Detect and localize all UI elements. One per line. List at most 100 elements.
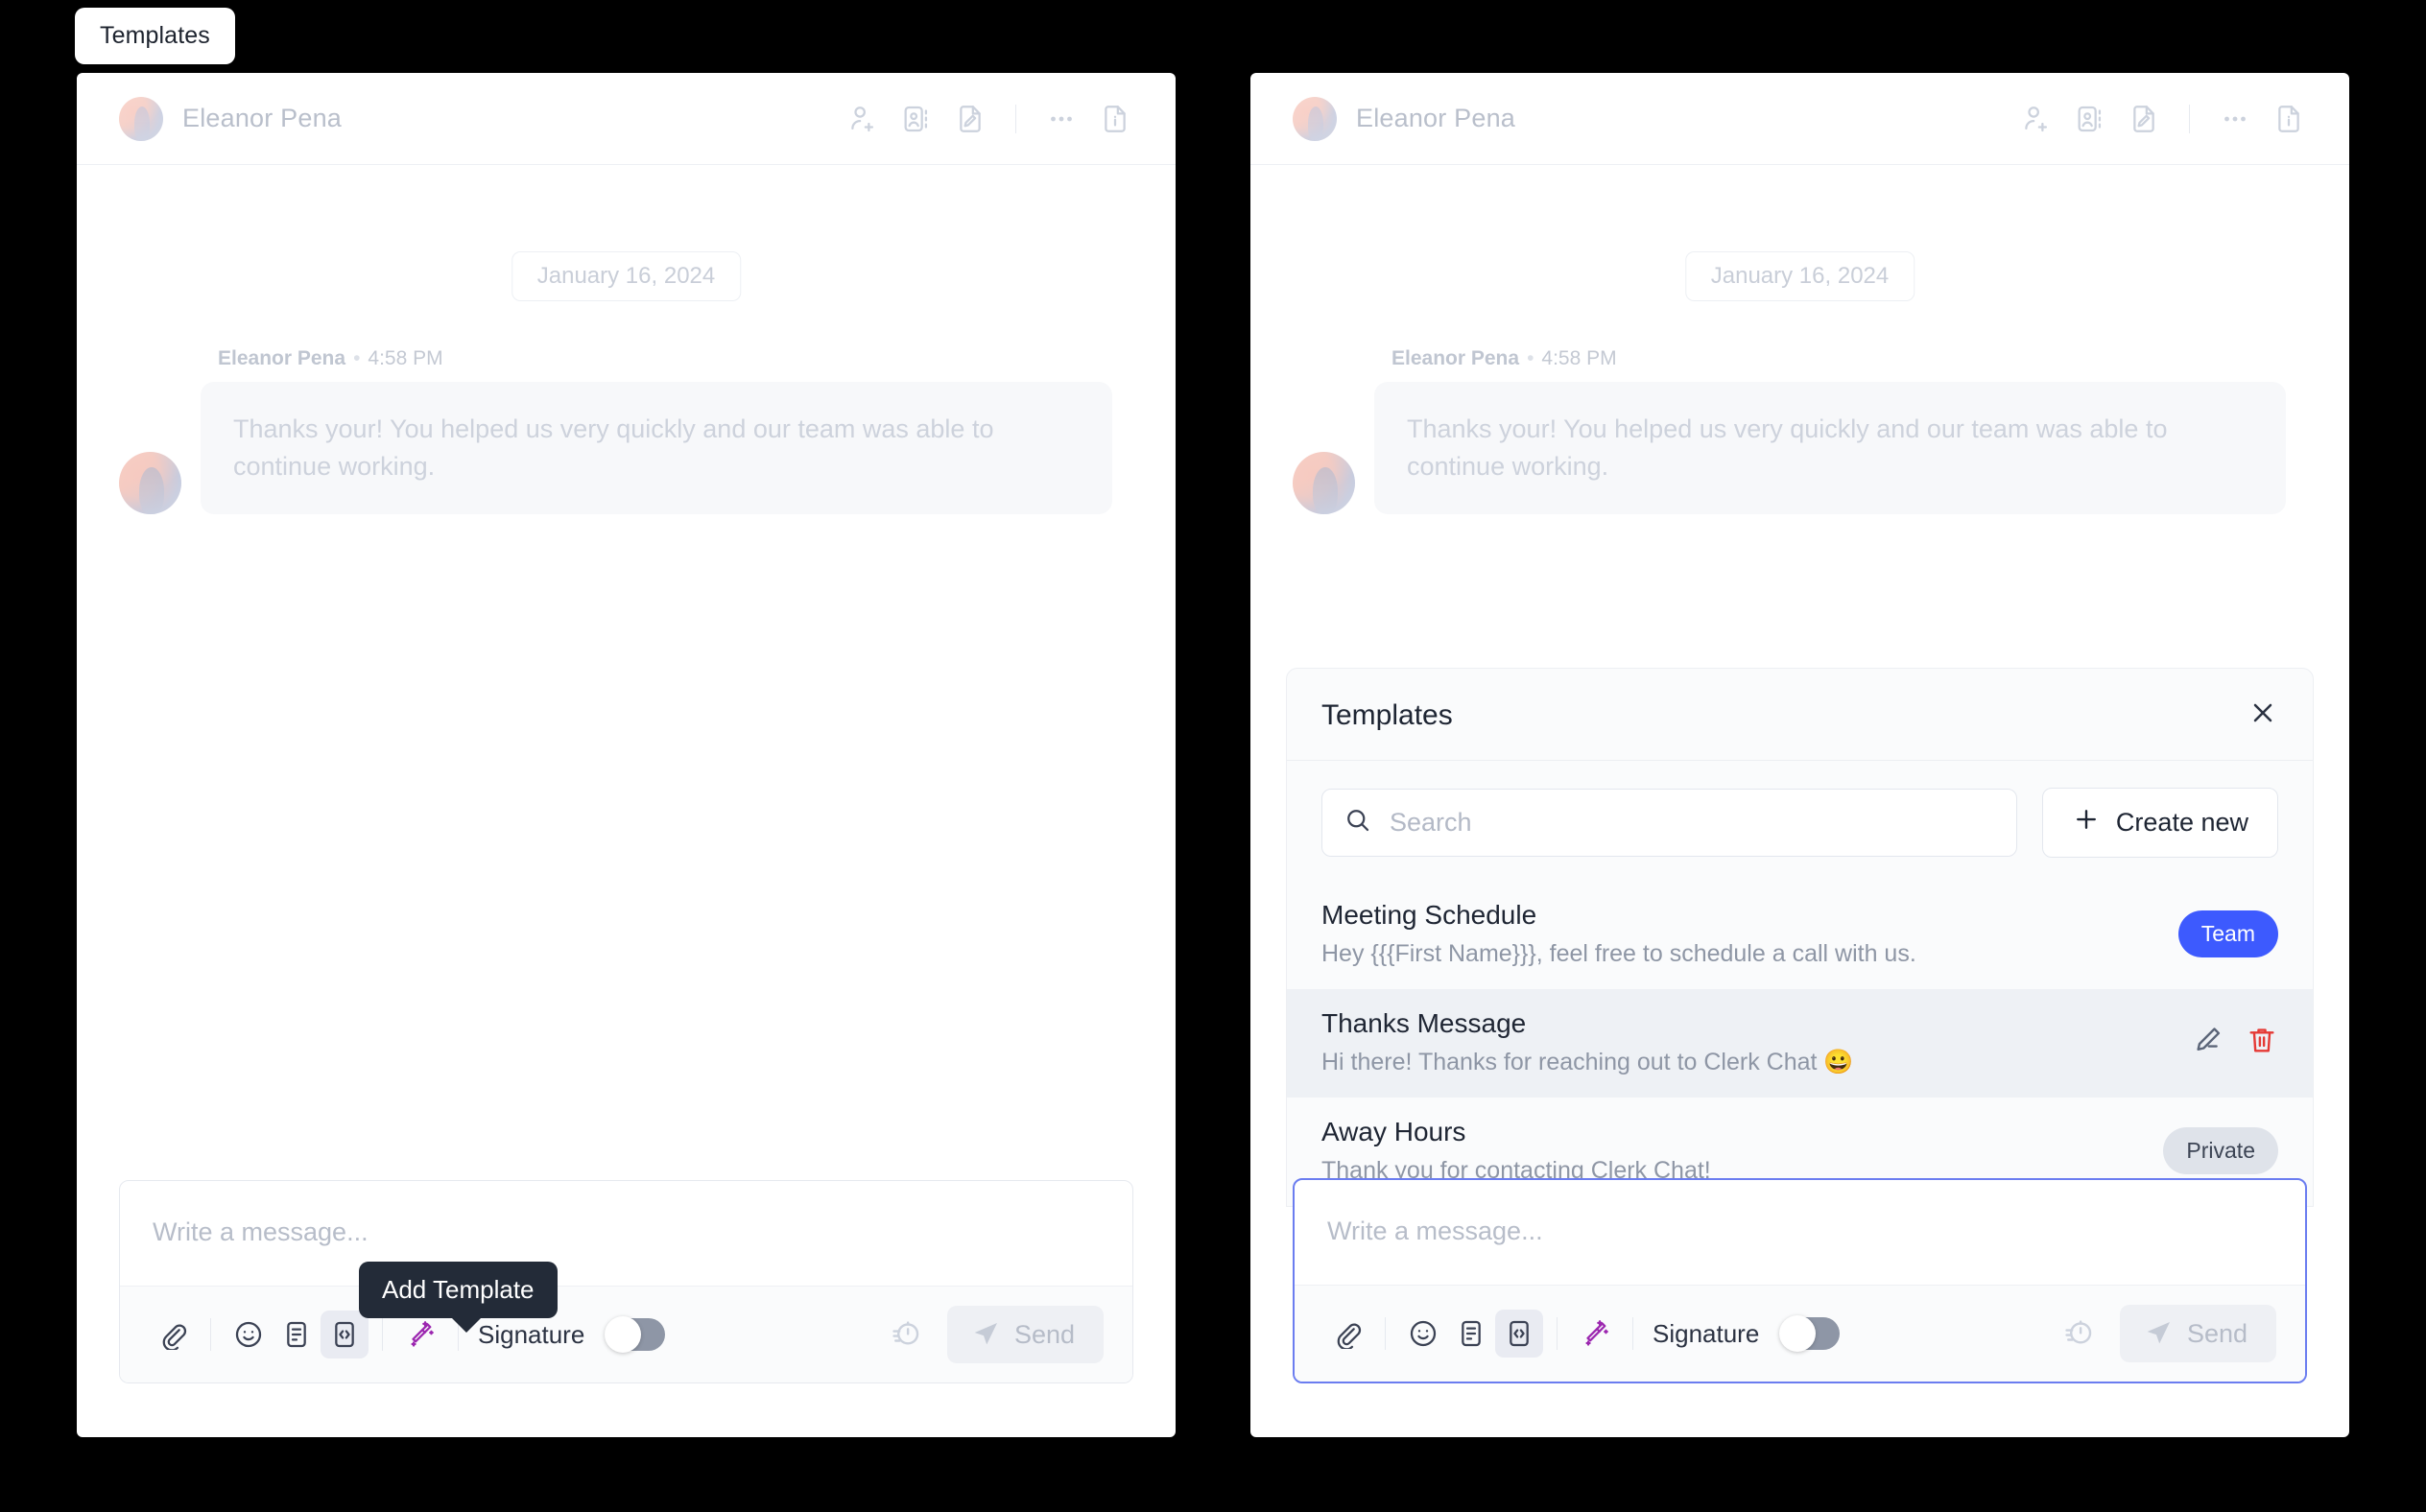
- edit-icon[interactable]: [2192, 1024, 2224, 1061]
- message-time: 4:58 PM: [1541, 347, 1617, 369]
- chat-header-contact[interactable]: Eleanor Pena: [1293, 96, 1516, 141]
- chat-panel-left: Eleanor Pena January 16, 2024 Eleanor Pe…: [77, 73, 1176, 1437]
- message-composer: Write a message... Signature Send: [1293, 1178, 2307, 1383]
- message-row: Eleanor Pena • 4:58 PM Thanks your! You he…: [119, 347, 1133, 515]
- header-divider: [2189, 104, 2190, 133]
- message-separator: •: [1527, 347, 1534, 369]
- signature-label: Signature: [478, 1319, 585, 1349]
- template-name: Thanks Message: [1321, 1008, 1527, 1038]
- emoji-icon[interactable]: [225, 1311, 273, 1358]
- template-icon[interactable]: [321, 1311, 369, 1358]
- document-edit-icon[interactable]: [954, 103, 987, 135]
- message-sender: Eleanor Pena: [218, 347, 346, 369]
- send-label: Send: [2186, 1318, 2248, 1348]
- signature-label: Signature: [1653, 1318, 1760, 1348]
- date-divider: January 16, 2024: [1684, 251, 1915, 301]
- chat-header: Eleanor Pena: [1250, 73, 2349, 165]
- more-options-icon[interactable]: [2219, 103, 2251, 135]
- contact-card-icon[interactable]: [2074, 103, 2106, 135]
- delete-icon[interactable]: [2246, 1024, 2278, 1061]
- message-bubble: Thanks your! You helped us very quickly …: [1374, 382, 2286, 515]
- search-input[interactable]: Search: [1321, 789, 2017, 857]
- message-input[interactable]: Write a message...: [120, 1181, 1132, 1286]
- chat-header-actions: [846, 103, 1131, 135]
- send-label: Send: [1013, 1319, 1075, 1349]
- templates-search-row: Search Create new: [1287, 761, 2313, 881]
- message-composer: Write a message... Signature Send: [119, 1180, 1133, 1383]
- toolbar-divider: [210, 1318, 211, 1351]
- toolbar-divider: [1557, 1317, 1558, 1350]
- add-template-tooltip: Add Template: [359, 1262, 558, 1333]
- chat-panel-right: Eleanor Pena January 16, 2024 Eleanor Pe…: [1250, 73, 2349, 1437]
- note-icon[interactable]: [273, 1311, 321, 1358]
- template-name: Away Hours: [1321, 1117, 1466, 1146]
- message-separator: •: [353, 347, 361, 369]
- message-meta: Eleanor Pena • 4:58 PM: [218, 347, 1133, 370]
- toolbar-divider: [1385, 1317, 1386, 1350]
- schedule-icon[interactable]: [2062, 1315, 2095, 1353]
- attachment-icon[interactable]: [149, 1311, 197, 1358]
- template-description: Hey {{{First Name}}}, feel free to sched…: [1321, 940, 1916, 967]
- plus-icon: [2072, 805, 2101, 840]
- create-new-label: Create new: [2115, 808, 2248, 837]
- person-add-icon[interactable]: [2020, 103, 2053, 135]
- templates-chip[interactable]: Templates: [75, 8, 235, 64]
- message-sender: Eleanor Pena: [1391, 347, 1520, 369]
- note-icon[interactable]: [1447, 1310, 1495, 1358]
- template-name: Meeting Schedule: [1321, 900, 1537, 930]
- toolbar-divider: [382, 1318, 383, 1351]
- templates-popup-title: Templates: [1321, 698, 1453, 731]
- chat-header-actions: [2020, 103, 2305, 135]
- chat-body: January 16, 2024 Eleanor Pena • 4:58 PM Th…: [77, 165, 1176, 1437]
- send-button[interactable]: Send: [2119, 1305, 2276, 1362]
- chat-header: Eleanor Pena: [77, 73, 1176, 165]
- template-icon[interactable]: [1495, 1310, 1543, 1358]
- contact-name: Eleanor Pena: [1356, 104, 1516, 132]
- avatar: [1293, 96, 1337, 141]
- templates-popup: Templates Search Create new Meeting Sche…: [1286, 668, 2314, 1207]
- contact-card-icon[interactable]: [900, 103, 933, 135]
- document-info-icon[interactable]: [1099, 103, 1131, 135]
- templates-popup-header: Templates: [1287, 669, 2313, 761]
- status-badge: Private: [2163, 1127, 2278, 1174]
- emoji-icon[interactable]: [1399, 1310, 1447, 1358]
- composer-toolbar: Signature Send: [120, 1286, 1132, 1382]
- message-bubble: Thanks your! You helped us very quickly …: [201, 382, 1112, 515]
- header-divider: [1015, 104, 1016, 133]
- document-edit-icon[interactable]: [2128, 103, 2160, 135]
- screenshot-stage: Templates Eleanor Pena January 16, 2024 …: [0, 0, 2426, 1512]
- toolbar-divider: [1632, 1317, 1633, 1350]
- schedule-icon[interactable]: [890, 1316, 922, 1354]
- status-badge: Team: [2177, 910, 2278, 957]
- document-info-icon[interactable]: [2272, 103, 2305, 135]
- message-row: Eleanor Pena • 4:58 PM Thanks your! You he…: [1293, 347, 2307, 515]
- chat-header-contact[interactable]: Eleanor Pena: [119, 96, 343, 141]
- ai-magic-icon[interactable]: [1571, 1310, 1619, 1358]
- list-item[interactable]: Meeting Schedule Hey {{{First Name}}}, f…: [1287, 881, 2313, 989]
- search-icon: [1344, 806, 1372, 839]
- composer-right-actions: Send: [2062, 1305, 2276, 1362]
- message-avatar: [119, 452, 181, 515]
- date-divider: January 16, 2024: [511, 251, 742, 301]
- template-row-actions: [2192, 1024, 2278, 1061]
- more-options-icon[interactable]: [1045, 103, 1078, 135]
- message-time: 4:58 PM: [368, 347, 443, 369]
- message-meta: Eleanor Pena • 4:58 PM: [1391, 347, 2307, 370]
- message-avatar: [1293, 452, 1355, 515]
- avatar: [119, 96, 163, 141]
- message-input[interactable]: Write a message...: [1295, 1180, 2305, 1285]
- chat-body: January 16, 2024 Eleanor Pena • 4:58 PM Th…: [1250, 165, 2349, 1437]
- search-placeholder: Search: [1390, 808, 1472, 837]
- person-add-icon[interactable]: [846, 103, 879, 135]
- signature-toggle[interactable]: [605, 1316, 666, 1353]
- signature-toggle[interactable]: [1779, 1315, 1841, 1352]
- list-item[interactable]: Thanks Message Hi there! Thanks for reac…: [1287, 989, 2313, 1098]
- send-button[interactable]: Send: [946, 1306, 1104, 1363]
- template-description: Hi there! Thanks for reaching out to Cle…: [1321, 1049, 1854, 1075]
- create-new-button[interactable]: Create new: [2041, 788, 2278, 858]
- close-icon[interactable]: [2248, 697, 2278, 733]
- composer-right-actions: Send: [890, 1306, 1104, 1363]
- attachment-icon[interactable]: [1323, 1310, 1371, 1358]
- contact-name: Eleanor Pena: [182, 104, 343, 132]
- composer-toolbar: Signature Send: [1295, 1285, 2305, 1382]
